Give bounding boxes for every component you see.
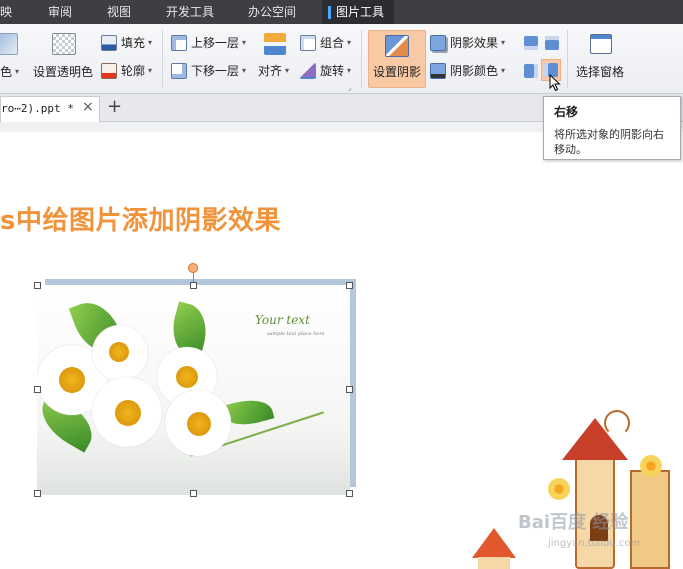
outline-pen-icon <box>101 62 117 79</box>
chevron-down-icon: ▾ <box>148 66 153 75</box>
chevron-down-icon: ▾ <box>242 66 247 75</box>
shadow-color-label: 阴影颜色 <box>450 64 499 78</box>
recolor-icon[interactable] <box>0 33 18 55</box>
separator <box>162 30 163 88</box>
group-button[interactable]: 组合 ▾ <box>300 34 351 51</box>
nudge-shadow-down-icon[interactable] <box>545 36 559 50</box>
bring-forward-label: 上移一层 <box>191 36 240 50</box>
daisy-center <box>187 412 211 436</box>
align-label: 对齐 <box>258 64 283 78</box>
set-shadow-label: 设置阴影 <box>373 65 422 79</box>
picture-small-text: sample text place here <box>267 331 325 337</box>
rotate-handle[interactable] <box>188 263 198 273</box>
send-backward-label: 下移一层 <box>191 64 240 78</box>
tab-review[interactable]: 审阅 <box>48 0 72 24</box>
house-wall-illustration <box>630 470 670 569</box>
menu-bar: 映 审阅 视图 开发工具 办公空间 图片工具 <box>0 0 683 24</box>
fill-button[interactable]: 填充 ▾ <box>101 34 152 51</box>
nudge-shadow-left-icon[interactable] <box>524 64 538 78</box>
slide-title[interactable]: s中给图片添加阴影效果 <box>0 200 281 237</box>
chevron-down-icon: ▾ <box>148 38 153 47</box>
document-tab-label: ro⋯2).ppt * <box>1 102 74 115</box>
swirl-illustration <box>604 410 630 436</box>
resize-handle-bottom[interactable] <box>190 490 197 497</box>
small-house-illustration <box>478 557 510 569</box>
set-shadow-button[interactable]: 设置阴影 <box>368 30 426 88</box>
chevron-down-icon: ▾ <box>15 67 20 76</box>
daisy-center <box>115 400 141 426</box>
transparent-color-icon[interactable] <box>52 33 76 55</box>
selection-pane-icon[interactable] <box>590 34 612 54</box>
send-backward-icon <box>171 62 187 79</box>
daisy-picture[interactable]: Your text sample text place here <box>37 285 350 495</box>
watermark-logo: Bai百度 经验 <box>518 512 629 533</box>
watermark-url: jingyan.baidu.com <box>548 538 641 549</box>
picture-shadow <box>349 279 356 487</box>
chevron-down-icon: ▾ <box>347 38 352 47</box>
resize-handle-bottom-left[interactable] <box>34 490 41 497</box>
add-tab-icon[interactable]: + <box>107 96 122 117</box>
rotate-icon <box>300 62 316 79</box>
chevron-down-icon: ▾ <box>242 38 247 47</box>
tab-view[interactable]: 视图 <box>107 0 131 24</box>
outline-button[interactable]: 轮廓 ▾ <box>101 62 152 79</box>
shadow-icon <box>385 35 409 57</box>
nudge-shadow-up-icon[interactable] <box>524 36 538 50</box>
shadow-effect-button[interactable]: 阴影效果 ▾ <box>430 34 505 51</box>
fill-bucket-icon <box>101 34 117 51</box>
rotate-label: 旋转 <box>320 64 345 78</box>
flower-illustration <box>548 478 570 500</box>
group-icon <box>300 34 316 51</box>
separator <box>567 30 568 88</box>
group-label: 组合 <box>320 36 345 50</box>
chevron-down-icon: ▾ <box>285 66 290 75</box>
shadow-color-button[interactable]: 阴影颜色 ▾ <box>430 62 505 79</box>
align-button[interactable]: 对齐 ▾ <box>258 62 289 79</box>
chevron-down-icon: ▾ <box>501 38 506 47</box>
daisy-center <box>109 342 129 362</box>
resize-handle-top[interactable] <box>190 282 197 289</box>
shadow-effect-label: 阴影效果 <box>450 36 499 50</box>
set-transparent-color-button[interactable]: 设置透明色 <box>33 63 93 80</box>
chevron-down-icon: ▾ <box>501 66 506 75</box>
selection-pane-button[interactable]: 选择窗格 <box>576 63 624 80</box>
close-tab-icon[interactable]: × <box>82 99 94 115</box>
tab-developer[interactable]: 开发工具 <box>166 0 214 24</box>
bring-forward-icon <box>171 34 187 51</box>
shadow-color-icon <box>430 62 446 79</box>
tooltip-title: 右移 <box>554 105 579 119</box>
resize-handle-left[interactable] <box>34 386 41 393</box>
rotate-button[interactable]: 旋转 ▾ <box>300 62 351 79</box>
picture-script-text: Your text <box>255 313 310 327</box>
daisy-center <box>59 367 85 393</box>
send-backward-button[interactable]: 下移一层 ▾ <box>171 62 246 79</box>
tooltip: 右移 将所选对象的阴影向右移动。 <box>543 96 681 160</box>
align-icon[interactable] <box>264 33 286 55</box>
dialog-launcher-icon[interactable]: ⌟ <box>348 84 351 92</box>
fill-label: 填充 <box>121 36 146 50</box>
small-roof-illustration <box>472 528 516 558</box>
tooltip-description: 将所选对象的阴影向右移动。 <box>554 128 664 156</box>
shadow-effect-icon <box>430 34 446 51</box>
mouse-cursor-icon <box>549 74 561 92</box>
tab-slideshow[interactable]: 映 <box>0 0 12 24</box>
tab-office-space[interactable]: 办公空间 <box>248 0 296 24</box>
separator <box>361 30 362 88</box>
resize-handle-top-right[interactable] <box>346 282 353 289</box>
chevron-down-icon: ▾ <box>347 66 352 75</box>
resize-handle-top-left[interactable] <box>34 282 41 289</box>
recolor-button[interactable]: 色 ▾ <box>0 63 19 80</box>
resize-handle-right[interactable] <box>346 386 353 393</box>
daisy-center <box>176 366 198 388</box>
tab-picture-tools[interactable]: 图片工具 <box>322 0 395 24</box>
recolor-label: 色 <box>0 65 13 79</box>
resize-handle-bottom-right[interactable] <box>346 490 353 497</box>
outline-label: 轮廓 <box>121 64 146 78</box>
flower-illustration <box>640 455 662 477</box>
bring-forward-button[interactable]: 上移一层 ▾ <box>171 34 246 51</box>
ribbon-toolbar: 色 ▾ 设置透明色 填充 ▾ 轮廓 ▾ 上移一层 ▾ 下移一层 ▾ 对齐 ▾ 组合 ▾ 旋转 ▾… <box>0 24 683 94</box>
